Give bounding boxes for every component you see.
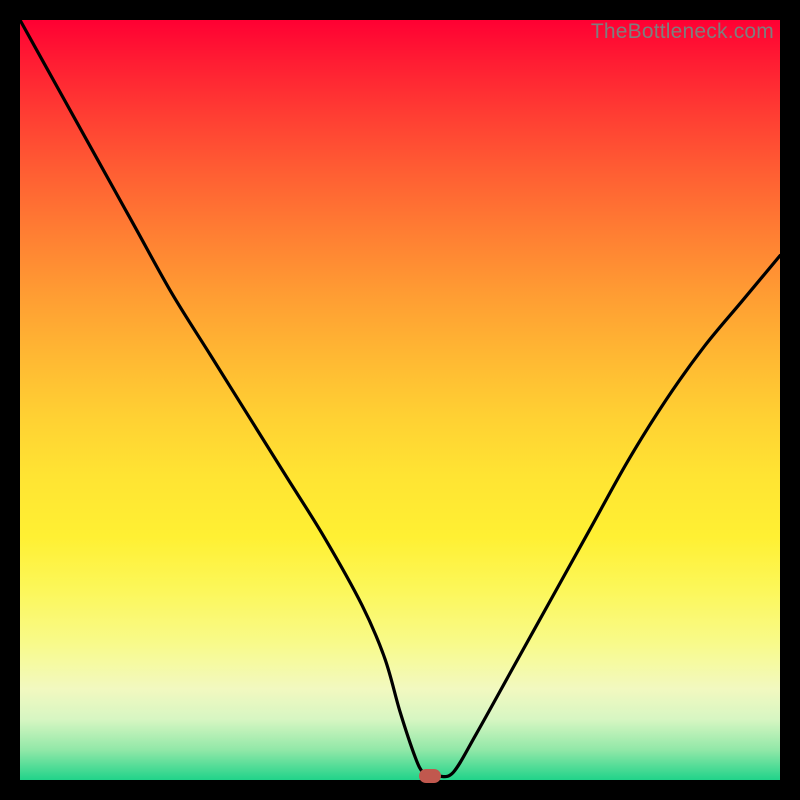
chart-frame: TheBottleneck.com	[0, 0, 800, 800]
bottleneck-curve	[20, 20, 780, 780]
plot-area: TheBottleneck.com	[20, 20, 780, 780]
minimum-marker	[419, 769, 441, 783]
